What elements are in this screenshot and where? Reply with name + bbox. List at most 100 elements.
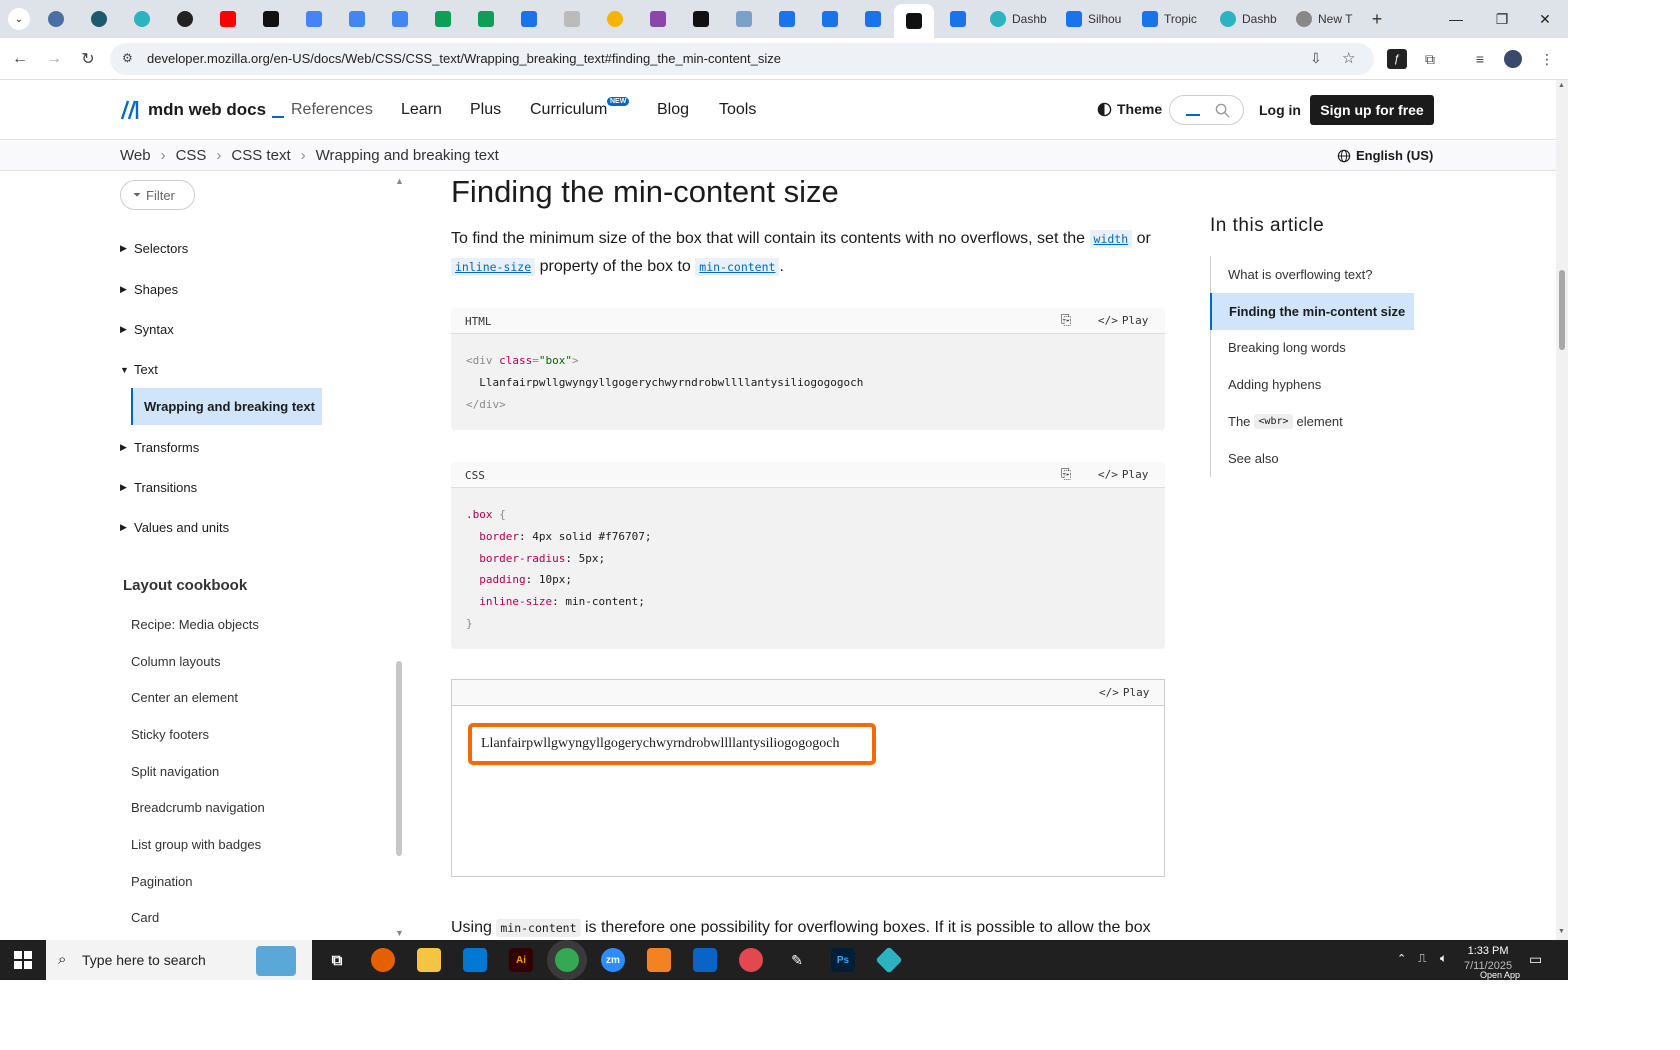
volume-icon[interactable]: 🔈︎ (1440, 951, 1447, 966)
page-scroll-thumb[interactable] (1559, 270, 1565, 350)
toc-item-see-also[interactable]: See also (1211, 440, 1414, 477)
tab-favicon[interactable] (215, 7, 241, 31)
play-button[interactable]: </> Play (1099, 686, 1149, 699)
tab-favicon[interactable] (860, 7, 886, 31)
tab-favicon[interactable] (731, 7, 757, 31)
nav-blog[interactable]: Blog (657, 101, 689, 119)
vscode-icon[interactable] (463, 948, 487, 972)
sidebar-item-shapes[interactable]: ▶ Shapes (120, 282, 178, 297)
signup-button[interactable]: Sign up for free (1310, 95, 1434, 125)
firefox-icon[interactable] (371, 948, 395, 972)
task-view-icon[interactable]: ⧉ (325, 948, 349, 972)
tab-2[interactable]: Tropic (1142, 8, 1197, 30)
creative-cloud-icon[interactable] (739, 948, 763, 972)
sidebar-item-transforms[interactable]: ▶ Transforms (120, 440, 199, 455)
page-scrollbar[interactable]: ▲ ▼ (1556, 80, 1568, 940)
extensions-puzzle-icon[interactable]: ⧉ (1420, 49, 1440, 69)
photoshop-icon[interactable]: Ps (831, 948, 855, 972)
sidebar-scrollbar[interactable] (396, 661, 402, 856)
sidebar-item-pagination[interactable]: Pagination (131, 874, 192, 889)
tab-favicon[interactable] (516, 7, 542, 31)
sidebar-item-card[interactable]: Card (131, 910, 159, 925)
tab-favicon[interactable] (129, 7, 155, 31)
tab-4[interactable]: New T (1296, 8, 1352, 30)
breadcrumb-web[interactable]: Web (120, 147, 151, 164)
mdn-logo[interactable]: mdn web docs (120, 100, 285, 120)
login-link[interactable]: Log in (1259, 102, 1301, 118)
scroll-down-icon[interactable]: ▼ (1558, 928, 1565, 935)
sidebar-item-text[interactable]: ▼ Text (120, 362, 158, 377)
scroll-up-icon[interactable]: ▲ (1558, 82, 1565, 89)
breadcrumb-css-text[interactable]: CSS text (231, 147, 290, 164)
forward-button[interactable]: → (42, 47, 66, 71)
restore-button[interactable]: ❐ (1479, 0, 1525, 38)
file-explorer-icon[interactable] (417, 948, 441, 972)
link-min-content[interactable]: min-content (695, 258, 780, 276)
tray-chevron-icon[interactable]: ⌃ (1397, 952, 1406, 965)
toc-item-breaking-words[interactable]: Breaking long words (1211, 330, 1414, 367)
tab-0[interactable]: Dashb (990, 8, 1047, 30)
nav-learn[interactable]: Learn (401, 101, 442, 119)
search-input[interactable] (1169, 95, 1244, 125)
xampp-icon[interactable] (647, 948, 671, 972)
taskbar-search-input[interactable]: ⌕ Type here to search (46, 940, 312, 980)
outlook-icon[interactable] (693, 948, 717, 972)
install-app-icon[interactable]: ⇩ (1310, 50, 1322, 67)
sidebar-item-breadcrumb-navigation[interactable]: Breadcrumb navigation (131, 800, 265, 815)
tab-favicon[interactable] (473, 7, 499, 31)
media-control-icon[interactable]: ≡ (1470, 49, 1490, 69)
sidebar-scroll-down-icon[interactable]: ▼ (395, 928, 404, 938)
tab-favicon[interactable] (817, 7, 843, 31)
network-icon[interactable]: ⎍ (1418, 951, 1426, 966)
sidebar-scroll-up-icon[interactable]: ▲ (395, 176, 404, 186)
toc-item-hyphens[interactable]: Adding hyphens (1211, 366, 1414, 403)
sidebar-item-syntax[interactable]: ▶ Syntax (120, 322, 174, 337)
new-tab-button[interactable]: + (1364, 7, 1390, 31)
bookmark-star-icon[interactable]: ☆ (1342, 49, 1355, 67)
sidebar-item-media-objects[interactable]: Recipe: Media objects (131, 617, 259, 632)
tab-favicon[interactable] (602, 7, 628, 31)
tab-1[interactable]: Silhou (1066, 8, 1121, 30)
link-inline-size[interactable]: inline-size (451, 258, 536, 276)
address-bar[interactable]: ⚙ developer.mozilla.org/en-US/docs/Web/C… (110, 43, 1374, 75)
extension-icon[interactable]: ƒ (1387, 49, 1407, 69)
toc-item-wbr[interactable]: The <wbr> element (1211, 403, 1414, 440)
start-button[interactable] (0, 940, 46, 980)
sidebar-item-column-layouts[interactable]: Column layouts (131, 654, 221, 669)
nav-plus[interactable]: Plus (470, 101, 501, 119)
sidebar-item-wrapping-breaking-text[interactable]: Wrapping and breaking text (131, 388, 322, 425)
tab-favicon[interactable] (645, 7, 671, 31)
site-info-icon[interactable]: ⚙ (122, 51, 133, 65)
tab-favicon[interactable] (86, 7, 112, 31)
chrome-icon[interactable] (555, 948, 579, 972)
tab-favicon[interactable] (774, 7, 800, 31)
nav-tools[interactable]: Tools (719, 101, 756, 119)
minimize-button[interactable]: — (1433, 0, 1479, 38)
breadcrumb-css[interactable]: CSS (176, 147, 207, 164)
sidebar-item-sticky-footers[interactable]: Sticky footers (131, 727, 209, 742)
copy-icon[interactable]: ⎘ (1061, 312, 1071, 328)
close-window-button[interactable]: ✕ (1522, 0, 1568, 38)
tab-favicon[interactable] (430, 7, 456, 31)
pen-tool-icon[interactable]: ✎ (785, 948, 809, 972)
language-switcher[interactable]: English (US) (1337, 148, 1433, 163)
tab-favicon[interactable] (43, 7, 69, 31)
tab-favicon[interactable] (172, 7, 198, 31)
tab-favicon[interactable] (301, 7, 327, 31)
toc-item-overflowing-text[interactable]: What is overflowing text? (1211, 256, 1414, 293)
nav-curriculum[interactable]: Curriculum (530, 101, 607, 119)
toc-item-min-content[interactable]: Finding the min-content size (1210, 292, 1414, 330)
play-button[interactable]: </> Play (1098, 314, 1148, 327)
copy-icon[interactable]: ⎘ (1061, 466, 1071, 482)
tab-favicon[interactable] (387, 7, 413, 31)
nav-references[interactable]: References (291, 101, 373, 119)
notifications-icon[interactable]: ▭ (1529, 951, 1542, 968)
tab-favicon[interactable] (559, 7, 585, 31)
tab-favicon[interactable] (945, 7, 971, 31)
zoom-icon[interactable]: zm (601, 948, 625, 972)
avatar[interactable] (1503, 49, 1523, 69)
illustrator-icon[interactable]: Ai (509, 948, 533, 972)
tab-favicon[interactable] (344, 7, 370, 31)
tab-favicon[interactable] (258, 7, 284, 31)
sidebar-item-transitions[interactable]: ▶ Transitions (120, 480, 197, 495)
